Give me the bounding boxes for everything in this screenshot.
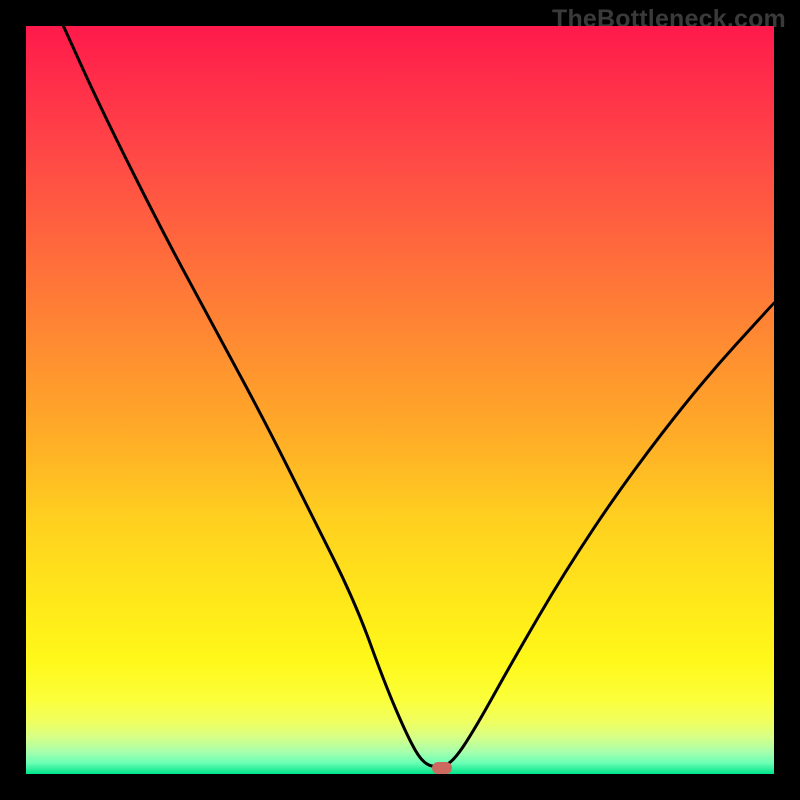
chart-frame: TheBottleneck.com xyxy=(0,0,800,800)
bottleneck-curve xyxy=(26,26,774,774)
optimal-point-marker xyxy=(432,762,452,774)
plot-area xyxy=(26,26,774,774)
